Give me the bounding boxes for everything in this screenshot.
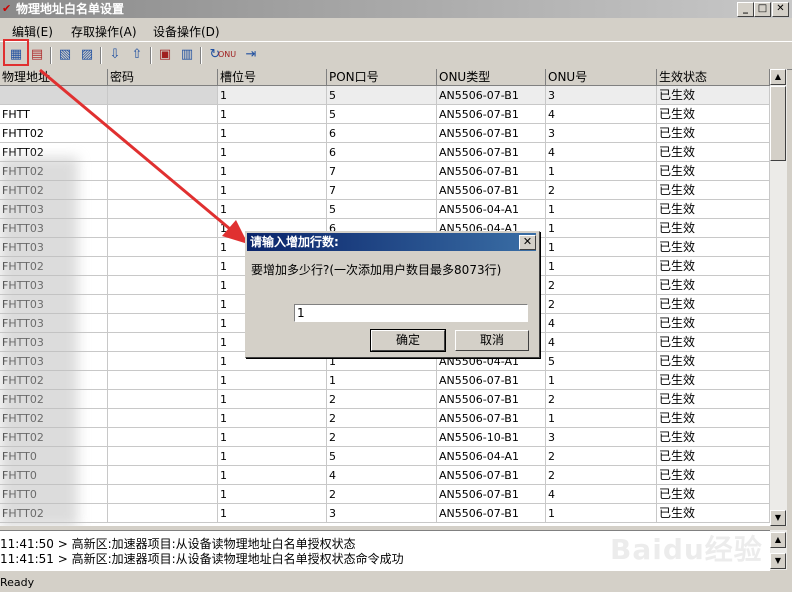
dialog-message: 要增加多少行?(一次添加用户数目最多8073行) xyxy=(251,263,502,277)
dialog-title-bar: 请输入增加行数: ✕ xyxy=(247,233,536,251)
dialog-close-button[interactable]: ✕ xyxy=(519,235,536,250)
cancel-button[interactable]: 取消 xyxy=(455,330,529,351)
arrow-line xyxy=(39,68,237,236)
ok-button[interactable]: 确定 xyxy=(370,329,446,352)
dialog-title: 请输入增加行数: xyxy=(250,235,339,249)
row-count-input[interactable] xyxy=(294,304,528,322)
add-rows-dialog: 请输入增加行数: ✕ 要增加多少行?(一次添加用户数目最多8073行) 确定 取… xyxy=(245,231,540,358)
